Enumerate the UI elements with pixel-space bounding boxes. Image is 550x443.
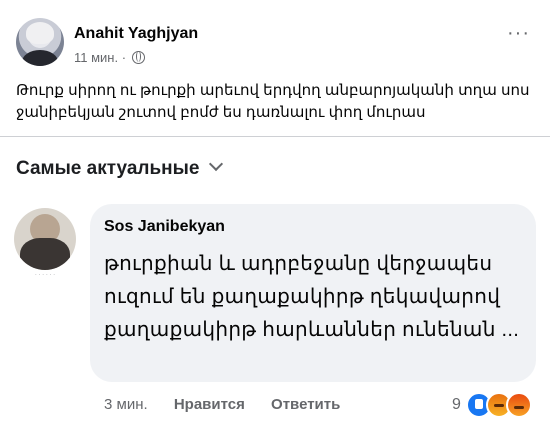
post-meta: 11 мин. · — [74, 50, 145, 65]
more-options-icon[interactable]: ··· — [507, 23, 530, 43]
reply-button[interactable]: Ответить — [271, 396, 340, 413]
comment-time[interactable]: 3 мин. — [104, 396, 148, 413]
author-avatar[interactable] — [16, 18, 64, 66]
sort-label: Самые актуальные — [16, 158, 200, 179]
comment-actions: 3 мин. Нравится Ответить — [104, 396, 362, 413]
globe-icon — [131, 51, 145, 64]
divider — [0, 136, 550, 137]
avatar-suit — [20, 238, 70, 270]
commenter-name[interactable]: Sos Janibekyan — [104, 218, 225, 236]
post-header: Anahit Yaghjyan 11 мин. · ··· — [16, 18, 536, 74]
post-time[interactable]: 11 мин. · — [74, 50, 126, 65]
reaction-count: 9 — [452, 396, 461, 413]
like-button[interactable]: Нравится — [174, 396, 245, 413]
comment-text: թուրքիան և ադրբեջանը վերջապես ուզում են … — [104, 253, 520, 341]
avatar-hair — [26, 22, 54, 44]
author-name[interactable]: Anahit Yaghjyan — [74, 25, 198, 43]
chevron-down-icon — [209, 156, 224, 172]
post-text: Թուրք սիրող ու թուրքի արեւով երդվող անբա… — [16, 82, 530, 121]
commenter-avatar[interactable] — [14, 208, 76, 270]
avatar-caption: · · · · · · — [34, 272, 56, 278]
comment-sort-selector[interactable]: Самые актуальные — [16, 156, 224, 180]
angry-icon — [506, 392, 532, 418]
comment-bubble: Sos Janibekyan թուրքիան և ադրբեջանը վերջ… — [90, 204, 536, 382]
avatar-body — [22, 50, 58, 66]
